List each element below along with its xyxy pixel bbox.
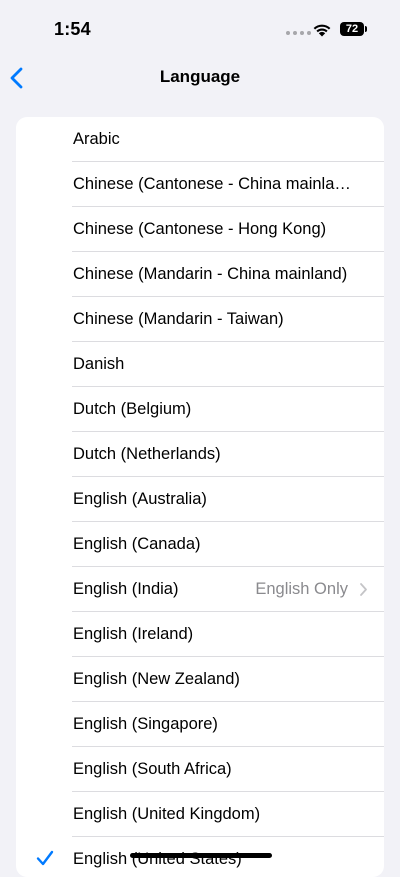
language-row[interactable]: Danish [16,342,384,387]
language-row[interactable]: Chinese (Cantonese - Hong Kong) [16,207,384,252]
battery-level: 72 [345,23,359,35]
language-label: Chinese (Cantonese - Hong Kong) [73,220,327,238]
navigation-bar: Language [0,58,400,98]
language-row[interactable]: English (Australia) [16,477,384,522]
language-label: Chinese (Mandarin - China mainland) [73,265,348,283]
language-label: Danish [73,355,125,373]
language-row[interactable]: English (United Kingdom) [16,792,384,837]
status-time: 1:54 [54,19,91,39]
language-row[interactable]: Chinese (Cantonese - China mainla… [16,162,384,207]
language-detail: English Only [255,580,348,598]
language-list: Arabic Chinese (Cantonese - China mainla…… [16,117,384,877]
home-indicator[interactable] [130,853,272,858]
language-row[interactable]: English (Singapore) [16,702,384,747]
language-row[interactable]: English (South Africa) [16,747,384,792]
language-row[interactable]: Chinese (Mandarin - China mainland) [16,252,384,297]
language-row[interactable]: Dutch (Netherlands) [16,432,384,477]
language-label: English (Singapore) [73,715,218,733]
language-row[interactable]: English (Ireland) [16,612,384,657]
language-label: Arabic [73,130,120,148]
language-label: English (New Zealand) [73,670,240,688]
status-bar: 1:54 72 [0,0,400,58]
chevron-right-icon [360,583,367,596]
language-row[interactable]: English (New Zealand) [16,657,384,702]
language-row[interactable]: Arabic [16,117,384,162]
language-label: English (United Kingdom) [73,805,261,823]
wifi-icon [313,24,331,37]
page-title: Language [159,67,241,86]
checkmark-icon [36,850,54,866]
language-label: English (South Africa) [73,760,232,778]
cellular-signal-icon [286,31,311,35]
language-label: Chinese (Mandarin - Taiwan) [73,310,284,328]
battery-icon: 72 [340,22,368,36]
language-label: Chinese (Cantonese - China mainla… [73,175,351,193]
language-label: English (Australia) [73,490,207,508]
language-row[interactable]: Chinese (Mandarin - Taiwan) [16,297,384,342]
language-row[interactable]: English (Canada) [16,522,384,567]
language-row[interactable]: English (India) English Only [16,567,384,612]
language-label: Dutch (Netherlands) [73,445,221,463]
language-label: Dutch (Belgium) [73,400,192,418]
language-row[interactable]: Dutch (Belgium) [16,387,384,432]
language-label: English (Canada) [73,535,201,553]
language-label: English (Ireland) [73,625,194,643]
language-label: English (India) [73,580,179,598]
